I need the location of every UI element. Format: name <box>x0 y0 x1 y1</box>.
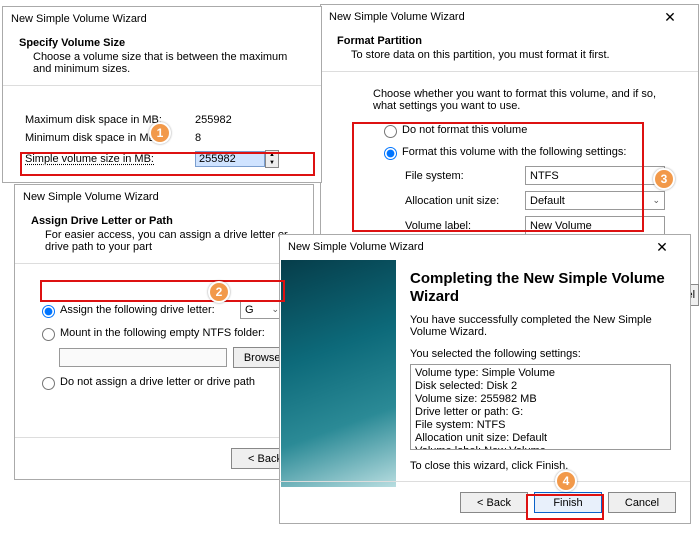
radio-mount[interactable] <box>42 328 55 341</box>
drive-letter-select[interactable]: G ⌄ <box>240 300 284 319</box>
cancel-button[interactable]: Cancel <box>608 492 676 513</box>
fs-label: File system: <box>405 170 525 182</box>
size-label: Simple volume size in MB: <box>25 153 195 165</box>
max-label: Maximum disk space in MB: <box>25 114 195 126</box>
settings-line: Disk selected: Disk 2 <box>415 380 666 393</box>
radio-noformat[interactable] <box>384 125 397 138</box>
dlg3-sub: To store data on this partition, you mus… <box>337 49 682 61</box>
vol-label: Volume label: <box>405 220 525 232</box>
dlg2-header: Assign Drive Letter or Path <box>31 215 297 227</box>
wizard-close-hint: To close this wizard, click Finish. <box>410 460 671 472</box>
chevron-down-icon: ⌄ <box>271 304 279 315</box>
wizard-selected-label: You selected the following settings: <box>410 348 671 360</box>
settings-line: File system: NTFS <box>415 419 666 432</box>
min-label: Minimum disk space in MB: <box>25 132 195 144</box>
settings-line: Volume label: New Volume <box>415 445 666 450</box>
dlg1-sub: Choose a volume size that is between the… <box>19 51 305 75</box>
chevron-down-icon: ⌄ <box>652 170 660 181</box>
fs-value: NTFS <box>530 170 559 182</box>
au-value: Default <box>530 195 565 207</box>
back-button[interactable]: < Back <box>460 492 528 513</box>
dlg2-title: New Simple Volume Wizard <box>23 185 159 209</box>
settings-line: Volume size: 255982 MB <box>415 393 666 406</box>
dlg3-header: Format Partition <box>337 35 682 47</box>
dlg3-choose: Choose whether you want to format this v… <box>373 88 676 112</box>
size-input[interactable] <box>195 151 265 167</box>
label-format: Format this volume with the following se… <box>402 146 626 158</box>
radio-format[interactable] <box>384 147 397 160</box>
min-value: 8 <box>195 132 201 144</box>
finish-button[interactable]: Finish <box>534 492 602 513</box>
settings-list[interactable]: Volume type: Simple VolumeDisk selected:… <box>410 364 671 450</box>
dlg4-title: New Simple Volume Wizard <box>288 235 424 259</box>
dlg1-title: New Simple Volume Wizard <box>11 7 147 31</box>
volume-label-input[interactable] <box>525 216 665 235</box>
close-icon[interactable]: ✕ <box>642 235 682 259</box>
settings-line: Drive letter or path: G: <box>415 406 666 419</box>
wizard-title: Completing the New Simple Volume Wizard <box>410 270 671 306</box>
dlg1-header: Specify Volume Size <box>19 37 305 49</box>
dlg2-sub: For easier access, you can assign a driv… <box>31 229 297 253</box>
dlg3-title: New Simple Volume Wizard <box>329 5 465 29</box>
label-noformat: Do not format this volume <box>402 124 527 136</box>
max-value: 255982 <box>195 114 232 126</box>
settings-line: Volume type: Simple Volume <box>415 367 666 380</box>
size-spinner[interactable]: ▲▼ <box>265 150 279 168</box>
radio-assign-letter[interactable] <box>42 305 55 318</box>
wizard-success: You have successfully completed the New … <box>410 314 671 338</box>
label-assign-letter: Assign the following drive letter: <box>60 304 240 316</box>
radio-noassign[interactable] <box>42 377 55 390</box>
au-label: Allocation unit size: <box>405 195 525 207</box>
label-noassign: Do not assign a drive letter or drive pa… <box>60 376 255 388</box>
wizard-banner <box>281 260 396 487</box>
drive-letter-value: G <box>245 304 254 316</box>
mount-path-input[interactable] <box>59 348 227 367</box>
au-select[interactable]: Default ⌄ <box>525 191 665 210</box>
close-icon[interactable]: ✕ <box>650 5 690 29</box>
fs-select[interactable]: NTFS ⌄ <box>525 166 665 185</box>
settings-line: Allocation unit size: Default <box>415 432 666 445</box>
chevron-down-icon: ⌄ <box>652 195 660 206</box>
label-mount: Mount in the following empty NTFS folder… <box>60 327 265 339</box>
